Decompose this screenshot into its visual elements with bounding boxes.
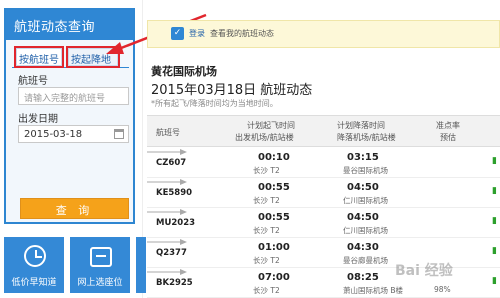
header-ontime-estimate: 预估 [440, 133, 456, 142]
local-time-note: *所有起飞/降落时间均为当地时间。 [151, 99, 278, 108]
flight-number[interactable]: MU2023 [156, 218, 195, 228]
header-dep-time: 计划起飞时间 [247, 121, 295, 130]
flight-table-header: 航班号 计划起飞时间 出发机场/航站楼 计划降落时间 降落机场/航站楼 准点率 … [147, 115, 500, 147]
arrival-time: 03:15 [347, 152, 379, 163]
login-notice-bar: ✓ 登录 查看我的航班动态 [147, 20, 500, 48]
tile-partial[interactable] [136, 237, 146, 293]
route-arrow-icon [147, 239, 187, 245]
departure-airport: 长沙 T2 [253, 286, 280, 295]
tile-low-price-alert[interactable]: 低价早知道 [4, 237, 64, 293]
flight-number[interactable]: BK2925 [156, 278, 193, 288]
header-flight-number: 航班号 [156, 128, 180, 137]
arrival-time: 04:50 [347, 182, 379, 193]
arrival-airport: 曼谷国际机场 [343, 166, 388, 175]
status-marker-icon: ▮ [492, 216, 497, 226]
status-marker-icon: ▮ [492, 186, 497, 196]
arrival-airport: 曼谷廊曼机场 [343, 256, 388, 265]
tile-label: 网上选座位 [77, 278, 123, 288]
departure-airport: 长沙 T2 [253, 166, 280, 175]
tab-by-flight-number[interactable]: 按航班号 [14, 46, 64, 68]
header-ontime-rate: 准点率 [436, 121, 460, 130]
departure-time: 00:55 [258, 212, 290, 223]
login-link[interactable]: 登录 [189, 28, 205, 39]
flight-number[interactable]: KE5890 [156, 188, 192, 198]
notice-text: 查看我的航班动态 [210, 29, 274, 38]
status-marker-icon: ▮ [492, 156, 497, 166]
departure-date-value: 2015-03-18 [24, 129, 83, 140]
tile-label: 低价早知道 [11, 278, 57, 288]
departure-time: 00:10 [258, 152, 290, 163]
arrival-airport: 仁川国际机场 [343, 226, 388, 235]
table-row[interactable]: KE5890 00:55 长沙 T2 04:50 仁川国际机场 ▮ [147, 178, 500, 208]
airport-name: 黄花国际机场 [151, 65, 217, 78]
departure-date-input[interactable]: 2015-03-18 [18, 125, 129, 143]
tile-online-seat-selection[interactable]: 网上选座位 [70, 237, 130, 293]
flight-number-label: 航班号 [18, 76, 48, 87]
route-arrow-icon [147, 209, 187, 215]
watermark-logo: Bai 经验 [395, 263, 453, 279]
results-date-title: 2015年03月18日 航班动态 [151, 83, 313, 98]
flight-number-input[interactable]: 请输入完整的航班号 [18, 87, 129, 105]
departure-airport: 长沙 T2 [253, 256, 280, 265]
alarm-clock-icon [24, 245, 46, 267]
flight-number[interactable]: CZ607 [156, 158, 186, 168]
flight-number-placeholder: 请输入完整的航班号 [24, 94, 106, 104]
departure-time: 00:55 [258, 182, 290, 193]
departure-time: 07:00 [258, 272, 290, 283]
arrival-time: 08:25 [347, 272, 379, 283]
flight-number[interactable]: Q2377 [156, 248, 187, 258]
checkmark-icon: ✓ [171, 27, 184, 40]
status-marker-icon: ▮ [492, 276, 497, 286]
departure-date-label: 出发日期 [18, 114, 58, 125]
route-arrow-icon [147, 179, 187, 185]
arrival-airport: 萧山国际机场 B楼 [343, 286, 404, 295]
route-arrow-icon [147, 269, 187, 275]
header-arr-time: 计划降落时间 [337, 121, 385, 130]
query-button[interactable]: 查 询 [20, 198, 129, 219]
arrival-time: 04:50 [347, 212, 379, 223]
table-row[interactable]: MU2023 00:55 长沙 T2 04:50 仁川国际机场 ▮ [147, 208, 500, 238]
table-row[interactable]: CZ607 00:10 长沙 T2 03:15 曼谷国际机场 ▮ [147, 148, 500, 178]
calendar-icon[interactable] [114, 129, 124, 139]
header-arr-airport: 降落机场/航站楼 [337, 133, 396, 142]
route-arrow-icon [147, 149, 187, 155]
departure-airport: 长沙 T2 [253, 196, 280, 205]
header-dep-airport: 出发机场/航站楼 [235, 133, 294, 142]
arrival-airport: 仁川国际机场 [343, 196, 388, 205]
departure-time: 01:00 [258, 242, 290, 253]
status-marker-icon: ▮ [492, 246, 497, 256]
departure-airport: 长沙 T2 [253, 226, 280, 235]
arrival-time: 04:30 [347, 242, 379, 253]
ontime-rate: 98% [434, 285, 451, 294]
seat-icon [90, 247, 112, 267]
